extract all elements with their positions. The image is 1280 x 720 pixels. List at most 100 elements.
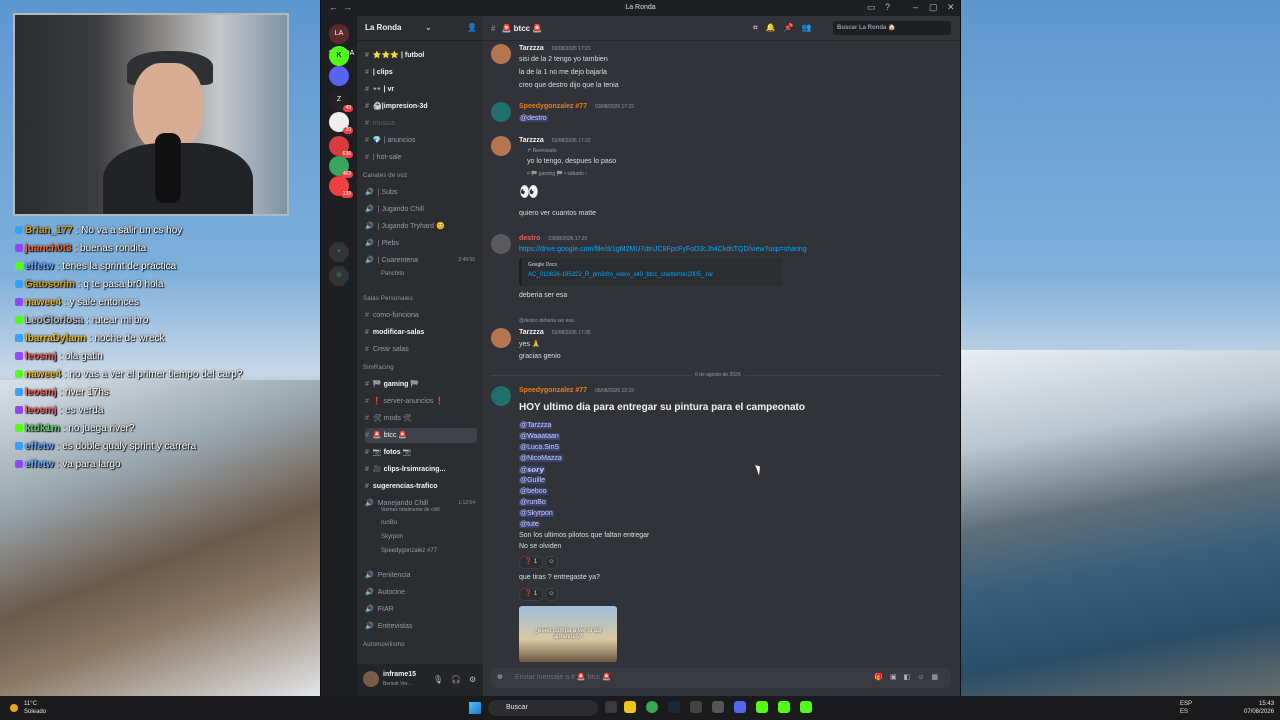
channel-item[interactable]: # modificar-salas (365, 325, 477, 340)
mention[interactable]: @runBo (519, 499, 547, 506)
channel-item[interactable]: # musica (365, 116, 477, 131)
channel-item[interactable]: # 🚨 btcc 🚨 (365, 428, 477, 443)
avatar[interactable] (363, 671, 379, 687)
voice-channel-item[interactable]: 🔊 Penitencia (365, 568, 477, 583)
notifications-icon[interactable]: 🔔 (766, 23, 784, 32)
steam-icon[interactable] (668, 701, 680, 713)
server-icon[interactable]: K (329, 46, 349, 66)
mention[interactable]: @Guille (519, 477, 547, 484)
mention[interactable]: @NicoMazza (519, 455, 563, 462)
channel-item[interactable]: # 🏁 gaming 🏁 (365, 377, 477, 392)
app-icon[interactable] (690, 701, 702, 713)
server-icon[interactable]: 636 (329, 136, 353, 158)
reaction[interactable]: ❓ 1 (519, 588, 543, 601)
server-icon[interactable]: 139 (329, 176, 353, 198)
mention[interactable]: @Tarzzza (519, 422, 553, 429)
mic-icon[interactable]: 🎙 (433, 675, 443, 684)
add-attachment-icon[interactable]: ⊕ (497, 668, 503, 688)
inbox-icon[interactable]: ▭ (867, 2, 876, 13)
channel-item[interactable]: # 💎 | anuncios (365, 133, 477, 148)
voice-channel-item[interactable]: 🔊 | Cuarentena 2:49:50 (365, 253, 477, 268)
mention[interactable]: @Luca.SinS (519, 444, 561, 451)
avatar[interactable] (491, 386, 511, 406)
avatar[interactable] (491, 44, 511, 64)
embed-title[interactable]: AC_010826-185322_R_pm3dm_volvo_s40_btcc_… (528, 272, 713, 278)
maximize-icon[interactable]: ▢ (929, 2, 938, 13)
kick-icon[interactable] (756, 701, 768, 713)
channel-item[interactable]: # sugerencias-trafico (365, 479, 477, 494)
windows-start-icon[interactable] (469, 702, 481, 714)
avatar[interactable] (491, 234, 511, 254)
voice-channel-item[interactable]: 🔊 | Plebs (365, 236, 477, 251)
voice-channel-item[interactable]: 🔊 FIAR (365, 602, 477, 617)
voice-channel-item[interactable]: 🔊 | Jugando Tryhard 😊 (365, 219, 477, 234)
help-icon[interactable]: ? (885, 2, 890, 12)
pin-icon[interactable]: 📌 (783, 23, 801, 32)
channel-item[interactable]: # | clips (365, 65, 477, 80)
server-icon[interactable]: LA RONDA (329, 24, 354, 57)
emoji-icon[interactable]: ☺ (917, 674, 931, 681)
channel-item[interactable]: # 🎥 clips-lrsimracing... (365, 462, 477, 477)
message-author[interactable]: Speedygonzalez #77 03/08/2026 17:22 (519, 103, 634, 110)
weather-widget[interactable]: 11°C Soleado (24, 700, 46, 716)
add-server-icon[interactable]: + (329, 242, 349, 262)
message-author[interactable]: Tarzzza 03/08/2026 17:35 (519, 329, 591, 336)
members-icon[interactable]: 👥 (801, 23, 819, 32)
minimize-icon[interactable]: – (913, 2, 918, 12)
channel-item[interactable]: # ⭐⭐⭐ | futbol (365, 48, 477, 63)
server-icon[interactable]: 463 (329, 156, 353, 178)
kick-icon[interactable] (778, 701, 790, 713)
channel-item[interactable]: # 🛠 mods 🛠 (365, 411, 477, 426)
kick-icon[interactable] (800, 701, 812, 713)
taskbar-search[interactable]: Buscar (488, 700, 598, 716)
settings-gear-icon[interactable]: ⚙ (469, 675, 476, 684)
category-voice[interactable]: Canales de voz (363, 173, 407, 179)
voice-channel-item[interactable]: 🔊 Autocine (365, 585, 477, 600)
file-explorer-icon[interactable] (624, 701, 636, 713)
channel-item[interactable]: # 🖨|impresion-3d (365, 99, 477, 114)
voice-channel-item[interactable]: 🔊 | Jugando Chill (365, 202, 477, 217)
sticker-icon[interactable]: ◧ (904, 674, 918, 681)
mention[interactable]: @𝙨𝙤𝙧𝙮 (519, 466, 546, 474)
headphones-icon[interactable]: 🎧 (451, 675, 461, 684)
reaction[interactable]: ❓ 1 (519, 556, 543, 569)
mention[interactable]: @tute (519, 521, 540, 528)
mention[interactable]: @Waaataan (519, 433, 560, 440)
task-view-icon[interactable] (605, 701, 617, 713)
channel-item[interactable]: # como-funciona (365, 308, 477, 323)
explore-icon[interactable]: ⊘ (329, 266, 349, 286)
search-input[interactable]: Buscar La Ronda 🏠 (833, 21, 951, 35)
category-personal[interactable]: Salas Personales (363, 296, 413, 302)
mention[interactable]: @Skyrpon (519, 510, 554, 517)
avatar[interactable] (491, 328, 511, 348)
guild-header[interactable]: La Ronda ⌄ 👤 (357, 16, 483, 41)
voice-channel-item[interactable]: 🔊 | Subs (365, 185, 477, 200)
chrome-icon[interactable] (646, 701, 658, 713)
channel-item[interactable]: # ❗ server-anuncios ❗ (365, 394, 477, 409)
message-author[interactable]: Tarzzza 03/08/2026 17:21 (519, 45, 591, 52)
avatar[interactable] (491, 136, 511, 156)
mention[interactable]: @beboo (519, 488, 548, 495)
threads-icon[interactable]: ⌗ (753, 23, 766, 32)
gift-icon[interactable]: 🎁 (874, 674, 890, 681)
avatar[interactable] (491, 102, 511, 122)
message-author[interactable]: destro 03/08/2026 17:25 (519, 235, 587, 242)
clock[interactable]: 15:43 07/08/2026 (1244, 700, 1274, 716)
category-simracing[interactable]: SimRacing (363, 365, 394, 371)
add-reaction-button[interactable]: ☺ (545, 588, 558, 601)
channel-item[interactable]: # 👓 | vr (365, 82, 477, 97)
channel-item[interactable]: # 📷 fotos 📷 (365, 445, 477, 460)
message-author[interactable]: Tarzzza 03/08/2026 17:22 (519, 137, 591, 144)
drive-link[interactable]: https://drive.google.com/file/d/1gM2MU7d… (519, 246, 807, 253)
attached-image[interactable]: ¿eeeo compa a ver si asi aprendes? (519, 606, 617, 662)
channel-item[interactable]: # Crear salas (365, 342, 477, 357)
add-reaction-button[interactable]: ☺ (545, 556, 558, 569)
gif-icon[interactable]: ▣ (890, 674, 904, 681)
category-automovilismo[interactable]: Automovilismo (363, 642, 405, 648)
invite-icon[interactable]: 👤 (467, 16, 477, 40)
message-composer[interactable]: ⊕ Enviar mensaje a # 🚨 btcc 🚨 🎁▣◧☺▦ (491, 668, 951, 688)
message-author[interactable]: Speedygonzalez #77 06/08/2026 12:19 (519, 387, 634, 394)
server-icon[interactable]: Z 49 (329, 90, 353, 112)
mention[interactable]: @destro (519, 115, 548, 122)
server-icon[interactable] (329, 66, 349, 86)
